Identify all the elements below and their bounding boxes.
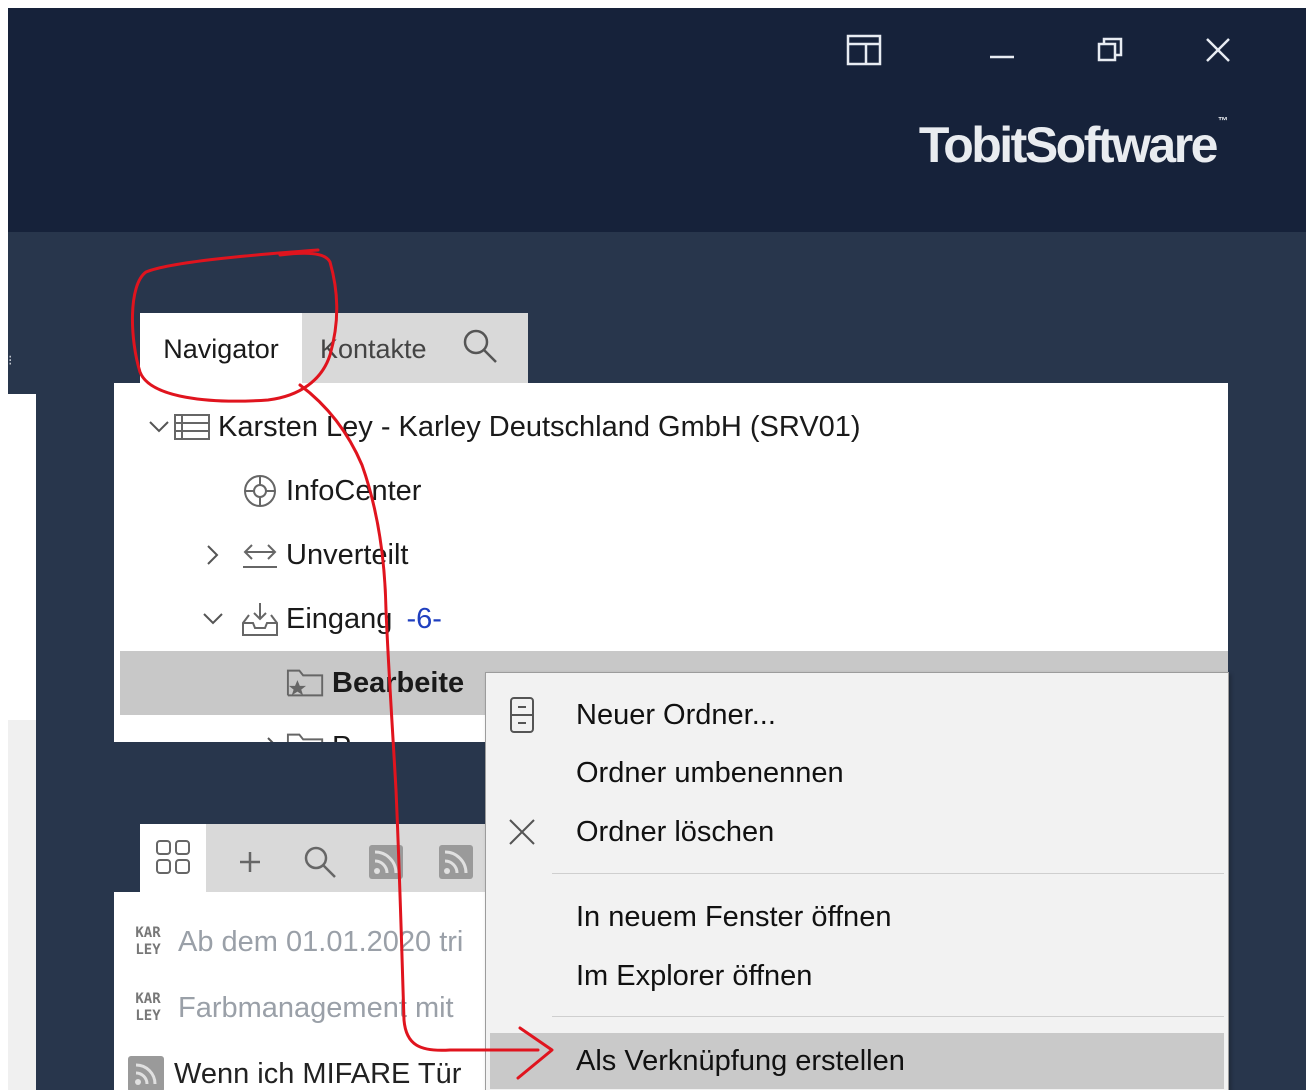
close-icon[interactable] — [1194, 30, 1242, 70]
search-icon[interactable] — [461, 327, 499, 372]
folder-star-icon — [286, 666, 326, 700]
add-icon[interactable] — [230, 842, 270, 882]
tree-item-label: Eingang — [286, 602, 393, 635]
list-item-text: Farbmanagement mit — [178, 991, 454, 1024]
feed-toolbar — [140, 824, 500, 894]
chevron-right-icon[interactable] — [260, 736, 286, 742]
minimize-icon[interactable] — [978, 30, 1026, 70]
brand-text: TobitSoftware — [918, 117, 1219, 173]
restore-icon[interactable] — [1086, 30, 1134, 70]
menu-item-label: In neuem Fenster öffnen — [576, 900, 892, 933]
menu-item-create-shortcut[interactable]: Als Verknüpfung erstellen — [490, 1033, 1224, 1089]
context-menu: Neuer Ordner... Ordner umbenennen Ordner… — [485, 672, 1229, 1090]
feed-list: KAR LEY Ab dem 01.01.2020 tri KAR LEY Farb… — [114, 892, 514, 1090]
menu-separator — [552, 1016, 1224, 1017]
tree-item-label: InfoCenter — [286, 474, 422, 507]
avatar-line: KAR — [135, 925, 161, 941]
rss-icon[interactable] — [436, 842, 476, 882]
tree-item-infocenter[interactable]: InfoCenter — [114, 459, 1228, 523]
menu-item-new-folder[interactable]: Neuer Ordner... — [490, 687, 1224, 743]
unassigned-icon — [240, 538, 280, 572]
new-folder-icon — [504, 695, 540, 735]
avatar-line: LEY — [135, 1008, 161, 1024]
list-item[interactable]: Wenn ich MIFARE Tür — [128, 1044, 461, 1090]
tree-item-label: Bearbeite — [332, 666, 465, 699]
list-item[interactable]: KAR LEY Ab dem 01.01.2020 tri — [128, 912, 463, 972]
menu-item-label: Neuer Ordner... — [576, 698, 776, 731]
chevron-down-icon[interactable] — [146, 420, 172, 434]
title-bar: TobitSoftware ™ — [8, 8, 1306, 232]
menu-item-label: Ordner umbenennen — [576, 756, 844, 789]
menu-item-rename-folder[interactable]: Ordner umbenennen — [490, 745, 1224, 801]
grid-icon — [154, 838, 192, 880]
rss-icon — [128, 1056, 164, 1090]
infocenter-icon — [240, 474, 280, 508]
avatar-line: LEY — [135, 942, 161, 958]
inbox-icon — [240, 602, 280, 636]
list-item[interactable]: KAR LEY Farbmanagement mit — [128, 978, 454, 1038]
tab-navigator[interactable]: Navigator — [140, 313, 302, 385]
tab-navigator-label: Navigator — [163, 333, 279, 364]
left-panel-edge — [8, 394, 36, 1090]
menu-item-label: Im Explorer öffnen — [576, 959, 813, 992]
brand-trademark: ™ — [1218, 116, 1228, 127]
tab-contacts-label: Kontakte — [320, 333, 427, 364]
layout-toggle-icon[interactable] — [840, 30, 888, 70]
folder-icon — [286, 730, 326, 742]
panel-grip-icon[interactable]: ⁝ — [8, 353, 12, 369]
left-panel-lower — [8, 720, 36, 1090]
tab-overview[interactable] — [140, 824, 206, 894]
unread-count-badge: -6- — [406, 602, 442, 635]
avatar-line: KAR — [135, 991, 161, 1007]
tab-contacts[interactable]: Kontakte — [302, 313, 528, 385]
sender-avatar-icon: KAR LEY — [128, 922, 168, 962]
delete-x-icon — [504, 812, 540, 852]
menu-item-open-new-window[interactable]: In neuem Fenster öffnen — [490, 889, 1224, 945]
chevron-right-icon[interactable] — [200, 544, 226, 566]
menu-item-label: Als Verknüpfung erstellen — [576, 1044, 905, 1077]
feed-search-icon[interactable] — [300, 842, 340, 882]
list-item-text: Wenn ich MIFARE Tür — [174, 1057, 462, 1090]
brand-logo: TobitSoftware ™ — [919, 116, 1228, 174]
rss-icon[interactable] — [366, 842, 406, 882]
tree-item-label: Karsten Ley - Karley Deutschland GmbH (S… — [218, 410, 861, 443]
menu-item-label: Ordner löschen — [576, 815, 775, 848]
server-icon — [172, 410, 212, 444]
tree-item-label: Unverteilt — [286, 538, 409, 571]
sender-avatar-icon: KAR LEY — [128, 988, 168, 1028]
tree-item-unassigned[interactable]: Unverteilt — [114, 523, 1228, 587]
tree-item-account[interactable]: Karsten Ley - Karley Deutschland GmbH (S… — [114, 395, 1228, 459]
menu-item-open-explorer[interactable]: Im Explorer öffnen — [490, 948, 1224, 1004]
chevron-down-icon[interactable] — [200, 612, 226, 626]
app-window: TobitSoftware ™ ⁝ Navigator Kontakte Kars… — [8, 8, 1306, 1090]
tree-item-label: P — [332, 731, 351, 743]
menu-separator — [552, 873, 1224, 874]
tree-item-inbox[interactable]: Eingang -6- — [114, 587, 1228, 651]
menu-item-delete-folder[interactable]: Ordner löschen — [490, 804, 1224, 860]
list-item-text: Ab dem 01.01.2020 tri — [178, 925, 464, 958]
